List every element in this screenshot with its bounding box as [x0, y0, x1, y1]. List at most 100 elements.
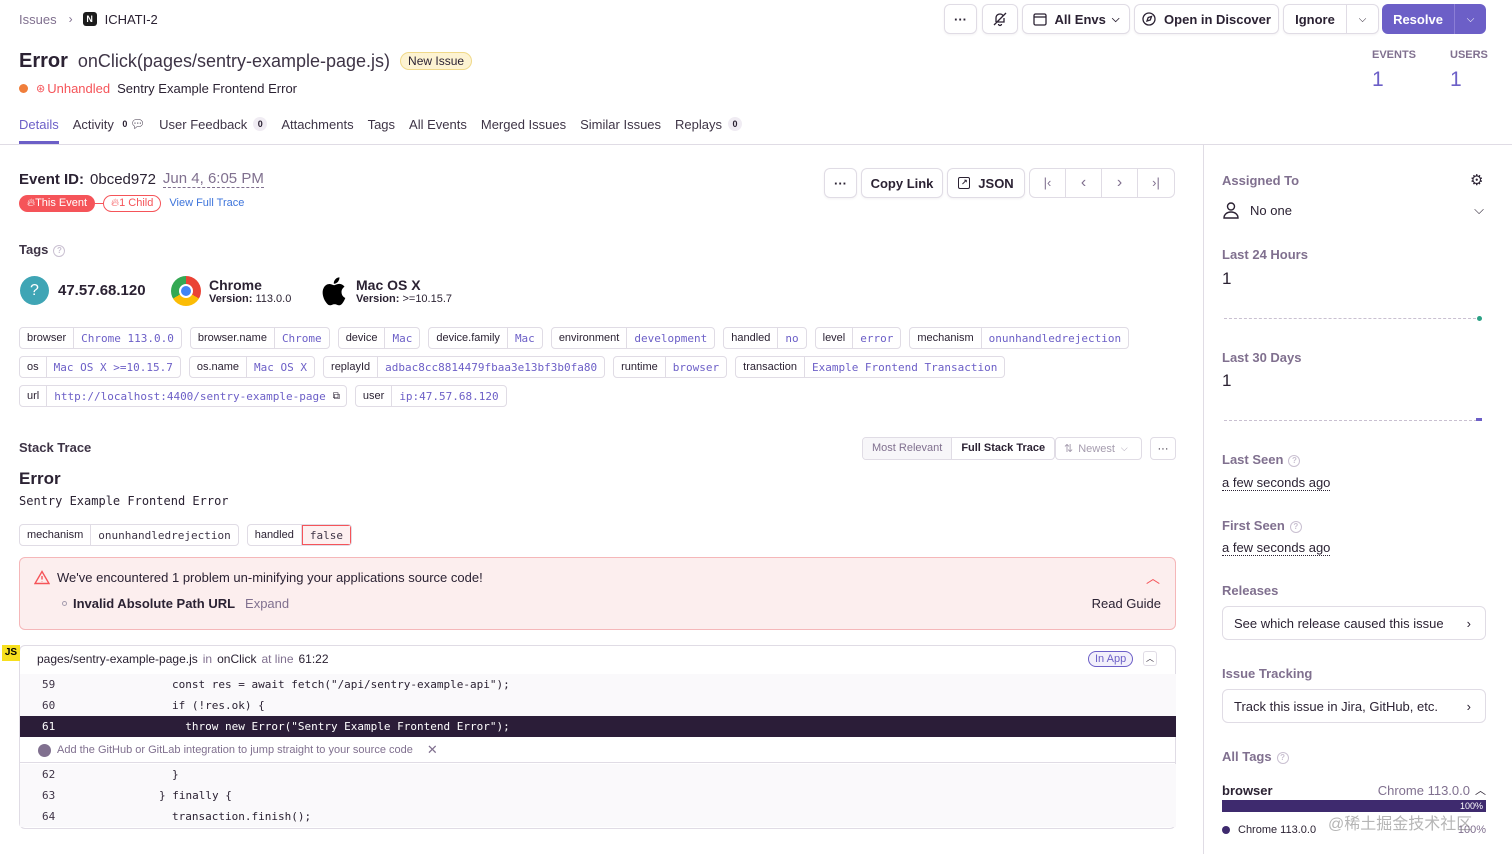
browser-name: Chrome: [209, 277, 262, 293]
releases-link[interactable]: See which release caused this issue ›: [1222, 606, 1486, 640]
tag-os[interactable]: os Mac OS X >=10.15.7: [19, 356, 181, 378]
child-pill[interactable]: 🔥︎1 Child: [103, 194, 162, 212]
events-count[interactable]: 1: [1372, 68, 1384, 92]
code-line: 63} finally {: [20, 785, 1176, 806]
next-event-icon[interactable]: ›: [1102, 169, 1138, 197]
tag-distribution-top: Chrome 113.0.0: [1377, 782, 1470, 798]
users-count[interactable]: 1: [1450, 68, 1462, 92]
event-more-button[interactable]: ···: [824, 168, 857, 198]
prev-event-icon[interactable]: ‹: [1066, 169, 1102, 197]
tag-device-family[interactable]: device.family Mac: [428, 327, 543, 349]
chevron-down-icon: ⌵: [1474, 202, 1484, 217]
tag-replay-id[interactable]: replayId adbac8cc8814479fbaa3e13bf3b0fa80: [323, 356, 606, 378]
tab-details[interactable]: Details: [19, 114, 59, 134]
chevron-right-icon: ›: [1466, 616, 1471, 631]
new-issue-badge: New Issue: [400, 52, 473, 70]
frame-collapse-icon[interactable]: ︿: [1143, 651, 1157, 666]
env-selector[interactable]: All Envs ⌵: [1022, 4, 1130, 34]
bullet-icon: [62, 601, 67, 606]
close-icon[interactable]: ✕: [427, 742, 438, 758]
frame-header[interactable]: pages/sentry-example-page.js in onClick …: [37, 652, 329, 666]
watermark: @稀土掘金技术社区: [1328, 816, 1473, 833]
resolve-button[interactable]: Resolve: [1382, 12, 1454, 27]
tag-url[interactable]: url http://localhost:4400/sentry-example-…: [19, 385, 347, 407]
unminify-alert: We've encountered 1 problem un-minifying…: [19, 557, 1176, 630]
last-30-days-label: Last 30 Days: [1222, 350, 1302, 365]
external-link-icon[interactable]: ⧉: [333, 386, 346, 406]
code-line-highlighted: 61 throw new Error("Sentry Example Front…: [20, 716, 1176, 737]
tag-environment[interactable]: environment development: [550, 327, 716, 349]
ignore-button[interactable]: Ignore: [1284, 12, 1346, 27]
exception-mechanism: mechanism onunhandledrejection handled fal…: [19, 524, 360, 546]
stack-view-toggle: Most Relevant Full Stack Trace: [862, 437, 1056, 460]
more-actions-button[interactable]: ···: [944, 4, 977, 34]
assignee-selector[interactable]: No one ⌵: [1222, 200, 1486, 220]
expand-link[interactable]: Expand: [245, 596, 289, 611]
integration-text[interactable]: Add the GitHub or GitLab integration to …: [57, 744, 413, 756]
sort-dropdown[interactable]: ⇅ Newest ⌵: [1055, 437, 1142, 460]
issue-message: Sentry Example Frontend Error: [117, 80, 298, 96]
stack-more-button[interactable]: ···: [1150, 437, 1176, 460]
full-stack-trace-toggle[interactable]: Full Stack Trace: [951, 438, 1054, 459]
releases-label: Releases: [1222, 583, 1279, 598]
chrome-icon: [171, 276, 201, 306]
sparkline-bar: [1476, 418, 1482, 421]
all-tags-label: All Tags?: [1222, 749, 1289, 764]
tag-browser-name[interactable]: browser.name Chrome: [189, 327, 330, 349]
last-event-icon[interactable]: ›|: [1138, 169, 1174, 197]
tag-browser[interactable]: browser Chrome 113.0.0: [19, 327, 182, 349]
os-version: >=10.15.7: [402, 293, 453, 305]
settings-gear-icon[interactable]: ⚙: [1470, 171, 1483, 189]
frame-line: 61:22: [298, 652, 329, 666]
tab-activity[interactable]: Activity 0 💬︎: [73, 114, 145, 134]
read-guide-link[interactable]: Read Guide: [1092, 596, 1161, 611]
ignore-dropdown-chevron-icon[interactable]: ⌵: [1346, 5, 1378, 33]
project-icon: N: [82, 12, 97, 26]
tag-level[interactable]: level error: [814, 327, 902, 349]
in-app-badge: In App: [1088, 651, 1134, 667]
tab-attachments[interactable]: Attachments: [281, 114, 353, 134]
alert-text: We've encountered 1 problem un-minifying…: [57, 570, 483, 585]
tag-highlight-ip: ? 47.57.68.120: [20, 276, 146, 305]
copy-link-button[interactable]: Copy Link: [861, 168, 943, 198]
tab-user-feedback[interactable]: User Feedback 0: [159, 114, 268, 134]
tag-device[interactable]: device Mac: [337, 327, 421, 349]
resolve-dropdown-chevron-icon[interactable]: ⌵: [1454, 4, 1486, 34]
tab-tags[interactable]: Tags: [368, 114, 395, 134]
json-button[interactable]: ↗ JSON: [947, 168, 1025, 198]
frame-file: pages/sentry-example-page.js: [37, 652, 198, 666]
open-in-discover-button[interactable]: Open in Discover: [1134, 4, 1279, 34]
tab-merged-issues[interactable]: Merged Issues: [481, 114, 566, 134]
sort-icon: ⇅: [1064, 443, 1074, 455]
tag-legend-label: Chrome 113.0.0: [1238, 824, 1317, 836]
fire-icon: 🔥︎: [111, 196, 120, 209]
tab-similar-issues[interactable]: Similar Issues: [580, 114, 661, 134]
first-seen-value[interactable]: a few seconds ago: [1222, 540, 1331, 556]
last-seen-value[interactable]: a few seconds ago: [1222, 475, 1331, 491]
tag-user[interactable]: user ip:47.57.68.120: [354, 385, 507, 407]
github-icon: [38, 743, 51, 757]
tag-mechanism[interactable]: mechanism onunhandledrejection: [909, 327, 1130, 349]
ip-address: 47.57.68.120: [58, 282, 146, 299]
tag-transaction[interactable]: transaction Example Frontend Transaction: [735, 356, 1006, 378]
tab-replays[interactable]: Replays 0: [675, 114, 743, 134]
trace-connector: [95, 202, 104, 204]
mute-button[interactable]: [982, 4, 1018, 34]
first-event-icon[interactable]: |‹: [1030, 169, 1066, 197]
tag-handled[interactable]: handled no: [723, 327, 807, 349]
events-label: EVENTS: [1372, 49, 1417, 61]
tag-distribution-header[interactable]: browser Chrome 113.0.0 ︿: [1222, 782, 1486, 798]
most-relevant-toggle[interactable]: Most Relevant: [863, 438, 952, 459]
chevron-up-icon: ︿: [1475, 785, 1486, 797]
breadcrumb-current: ICHATI-2: [104, 11, 158, 27]
tab-all-events[interactable]: All Events: [409, 114, 467, 134]
tag-os-name[interactable]: os.name Mac OS X: [188, 356, 316, 378]
tag-row-2: os Mac OS X >=10.15.7 os.name Mac OS X rep…: [19, 356, 1013, 378]
view-full-trace-link[interactable]: View Full Trace: [169, 197, 244, 209]
tags-heading: Tags?: [19, 242, 66, 257]
tag-runtime[interactable]: runtime browser: [613, 356, 728, 378]
this-event-pill[interactable]: 🔥︎This Event: [19, 194, 96, 212]
breadcrumb-issues-link[interactable]: Issues: [19, 12, 57, 27]
collapse-chevron-icon[interactable]: ︿: [1146, 568, 1160, 588]
issue-tracking-link[interactable]: Track this issue in Jira, GitHub, etc. ›: [1222, 689, 1486, 723]
